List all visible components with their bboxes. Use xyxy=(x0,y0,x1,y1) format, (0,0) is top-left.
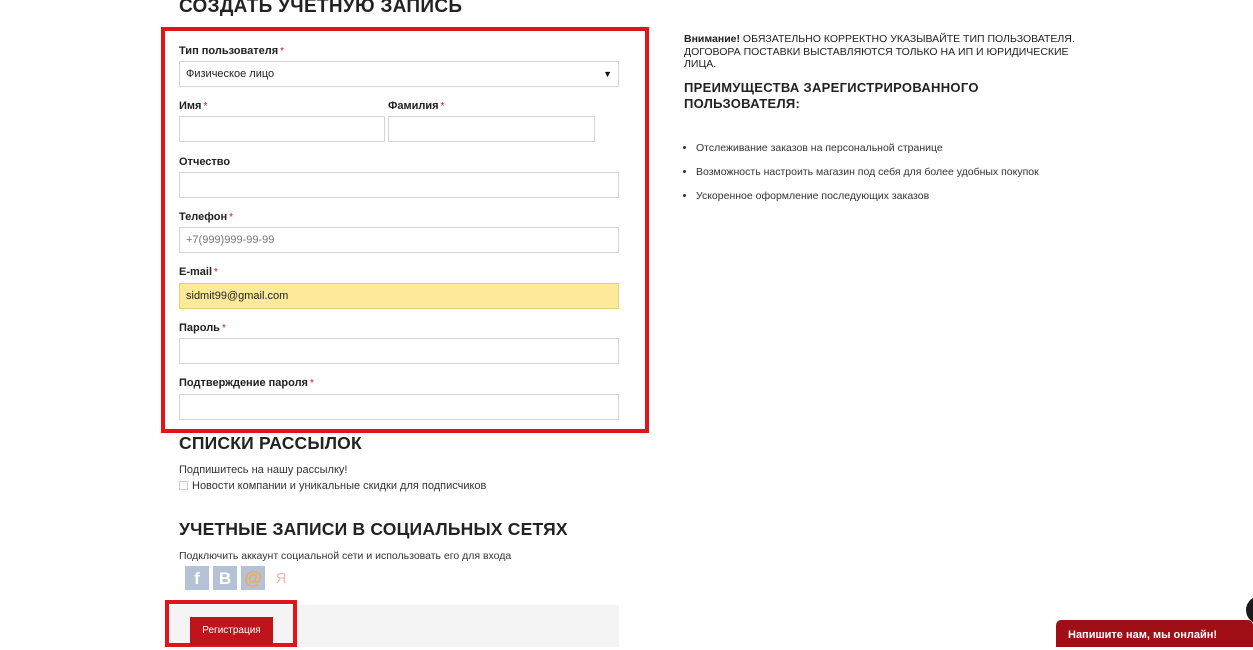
benefits-title: ПРЕИМУЩЕСТВА ЗАРЕГИСТРИРОВАННОГО ПОЛЬЗОВ… xyxy=(684,80,979,111)
page-title: СОЗДАТЬ УЧЕТНУЮ ЗАПИСЬ xyxy=(179,0,463,17)
mailing-title: СПИСКИ РАССЫЛОК xyxy=(179,433,362,453)
chat-widget-button[interactable]: Напишите нам, мы онлайн! xyxy=(1056,620,1253,647)
password-confirm-input[interactable] xyxy=(179,394,619,420)
yandex-icon[interactable]: Я xyxy=(272,566,290,590)
register-button[interactable]: Регистрация xyxy=(190,617,273,645)
newsletter-checkbox-label[interactable]: Новости компании и уникальные скидки для… xyxy=(192,480,486,492)
password-label: Пароль * xyxy=(179,322,226,334)
mailing-subscribe-text: Подпишитесь на нашу рассылку! xyxy=(179,464,348,476)
chevron-down-icon: ▼ xyxy=(603,69,612,79)
first-name-label: Имя * xyxy=(179,100,208,112)
phone-input[interactable]: +7(999)999-99-99 xyxy=(179,227,619,253)
middle-name-input[interactable] xyxy=(179,172,619,198)
email-label: E-mail * xyxy=(179,266,218,278)
first-name-input[interactable] xyxy=(179,116,385,142)
email-input[interactable]: sidmit99@gmail.com xyxy=(179,283,619,309)
facebook-icon[interactable]: f xyxy=(185,566,209,590)
password-confirm-label: Подтверждение пароля * xyxy=(179,377,314,389)
social-text: Подключить аккаунт социальной сети и исп… xyxy=(179,550,512,562)
social-title: УЧЕТНЫЕ ЗАПИСИ В СОЦИАЛЬНЫХ СЕТЯХ xyxy=(179,519,568,539)
newsletter-checkbox[interactable] xyxy=(179,481,188,490)
last-name-input[interactable] xyxy=(388,116,595,142)
list-item: Отслеживание заказов на персональной стр… xyxy=(696,142,1116,154)
user-type-label: Тип пользователя * xyxy=(179,45,285,57)
phone-label: Телефон * xyxy=(179,211,233,223)
password-input[interactable] xyxy=(179,338,619,364)
mailru-icon[interactable]: @ xyxy=(241,566,265,590)
list-item: Ускоренное оформление последующих заказо… xyxy=(696,190,1116,202)
user-type-select[interactable]: Физическое лицо ▼ xyxy=(179,61,619,87)
list-item: Возможность настроить магазин под себя д… xyxy=(696,166,1116,178)
middle-name-label: Отчество xyxy=(179,156,231,168)
type-notice: Внимание! ОБЯЗАТЕЛЬНО КОРРЕКТНО УКАЗЫВАЙ… xyxy=(684,33,1075,70)
vkontakte-icon[interactable]: B xyxy=(213,566,237,590)
last-name-label: Фамилия * xyxy=(388,100,445,112)
benefits-list: Отслеживание заказов на персональной стр… xyxy=(684,142,1116,214)
